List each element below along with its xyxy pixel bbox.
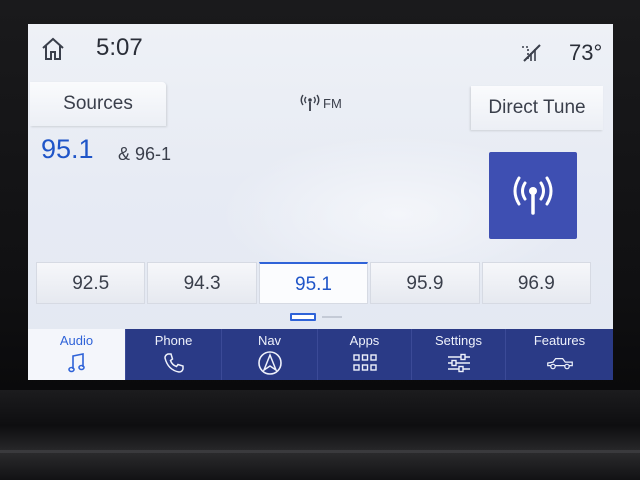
preset-page-indicator[interactable] (290, 313, 342, 321)
navigation-icon (256, 351, 284, 375)
nav-phone[interactable]: Phone (126, 329, 222, 380)
nav-settings-label: Settings (435, 333, 482, 348)
phone-icon (160, 351, 188, 375)
preset-button-4[interactable]: 95.9 (370, 262, 480, 304)
dashboard-trim (0, 390, 640, 480)
home-icon (42, 37, 64, 60)
preset-button-5[interactable]: 96.9 (481, 262, 592, 304)
status-bar: 5:07 73° (28, 24, 613, 76)
current-frequency: 95.1 (41, 134, 94, 164)
band-indicator: FM (300, 94, 342, 112)
preset-button-1[interactable]: 92.5 (36, 262, 146, 304)
preset-button-3[interactable]: 95.1 (258, 262, 369, 304)
outside-temperature: 73° (569, 40, 603, 65)
sources-button[interactable]: Sources (30, 82, 166, 126)
vehicle-icon (546, 351, 574, 375)
no-signal-indicator (518, 39, 544, 65)
home-button[interactable] (38, 34, 68, 64)
nav-phone-label: Phone (154, 333, 193, 348)
nav-settings[interactable]: Settings (412, 329, 506, 380)
antenna-icon (300, 94, 320, 111)
bottom-nav: Audio Phone Nav Apps Settings Features (28, 329, 613, 380)
nav-navigation-label: Nav (257, 333, 282, 348)
nav-apps[interactable]: Apps (318, 329, 412, 380)
antenna-icon (513, 176, 553, 215)
infotainment-screen: 5:07 73° Sources FM Direct Tune 95.1 & 9… (28, 24, 613, 380)
page-dot-active[interactable] (290, 313, 316, 321)
no-signal-icon (522, 44, 541, 62)
nav-features[interactable]: Features (506, 329, 613, 380)
preset-bar: 92.5 94.3 95.1 95.9 96.9 (36, 262, 592, 304)
direct-tune-button[interactable]: Direct Tune (471, 86, 603, 130)
sliders-icon (445, 351, 473, 375)
nav-navigation[interactable]: Nav (222, 329, 318, 380)
station-name: & 96-1 (118, 144, 172, 164)
band-label: FM (323, 95, 342, 111)
nav-apps-label: Apps (349, 333, 380, 348)
page-dot[interactable] (322, 316, 342, 318)
nav-audio-label: Audio (59, 333, 94, 348)
station-art-tile[interactable] (489, 152, 577, 239)
nav-features-label: Features (533, 333, 586, 348)
music-note-icon (63, 351, 91, 375)
nav-audio[interactable]: Audio (28, 329, 126, 380)
clock: 5:07 (96, 34, 143, 61)
apps-grid-icon (351, 351, 379, 375)
preset-button-2[interactable]: 94.3 (147, 262, 257, 304)
